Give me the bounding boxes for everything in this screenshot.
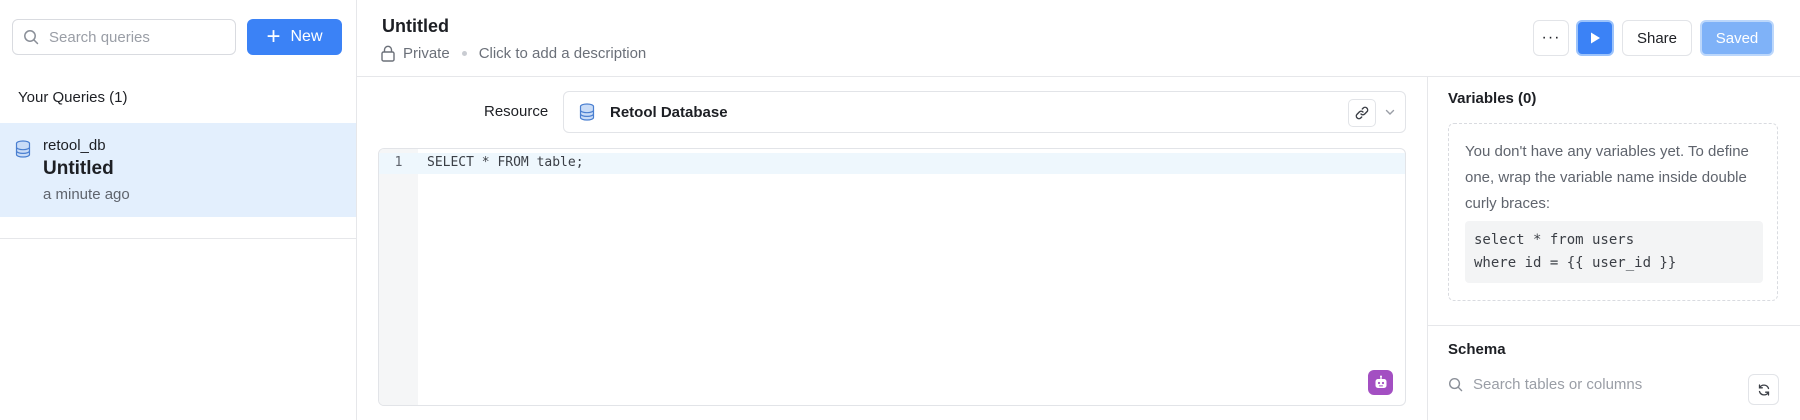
- query-name: Untitled: [43, 158, 114, 179]
- search-icon: [1448, 377, 1463, 392]
- play-icon: [1591, 32, 1600, 44]
- ai-assist-button[interactable]: [1368, 370, 1393, 395]
- description-placeholder[interactable]: Click to add a description: [479, 45, 647, 62]
- variables-empty-state: You don't have any variables yet. To def…: [1448, 123, 1778, 301]
- variables-schema-panel: Variables (0) You don't have any variabl…: [1427, 77, 1800, 420]
- lock-icon: [381, 45, 395, 62]
- editor-gutter: [379, 149, 418, 405]
- new-query-button[interactable]: + New: [247, 19, 342, 55]
- meta-separator-dot: [461, 51, 467, 56]
- resource-link-button[interactable]: [1348, 99, 1376, 127]
- panel-divider: [1428, 325, 1800, 326]
- share-button[interactable]: Share: [1622, 20, 1692, 56]
- refresh-icon: [1758, 383, 1769, 396]
- saved-button[interactable]: Saved: [1700, 20, 1774, 56]
- query-search-box[interactable]: [12, 19, 236, 55]
- query-title[interactable]: Untitled: [382, 16, 449, 37]
- query-resource-name: retool_db: [43, 137, 106, 154]
- variables-heading: Variables (0): [1448, 90, 1537, 107]
- database-icon: [15, 140, 31, 158]
- refresh-schema-button[interactable]: [1748, 374, 1779, 405]
- query-list-item[interactable]: retool_db Untitled a minute ago: [0, 123, 356, 217]
- run-query-button[interactable]: [1576, 20, 1614, 56]
- sidebar-divider: [0, 238, 356, 239]
- query-search-input[interactable]: [49, 28, 219, 46]
- variables-example-code: select * from users where id = {{ user_i…: [1465, 221, 1763, 283]
- schema-search-box[interactable]: [1448, 376, 1723, 393]
- sql-code-line[interactable]: SELECT * FROM table;: [427, 155, 584, 170]
- resource-name: Retool Database: [610, 103, 728, 121]
- visibility-label[interactable]: Private: [403, 45, 450, 62]
- database-icon: [579, 103, 595, 121]
- query-meta: Private Click to add a description: [381, 45, 646, 62]
- plus-icon: +: [266, 23, 281, 50]
- your-queries-heading: Your Queries (1): [18, 89, 128, 106]
- sql-code-editor[interactable]: 1 SELECT * FROM table;: [378, 148, 1406, 406]
- schema-heading: Schema: [1448, 341, 1506, 358]
- line-number: 1: [394, 155, 403, 170]
- robot-icon: [1375, 375, 1386, 388]
- app-root: + New Your Queries (1) retool_db Untitle…: [0, 0, 1800, 420]
- new-query-label: New: [290, 28, 323, 45]
- queries-sidebar: + New Your Queries (1) retool_db Untitle…: [0, 0, 357, 420]
- query-timestamp: a minute ago: [43, 186, 130, 203]
- query-header: Untitled Private Click to add a descript…: [357, 0, 1800, 77]
- link-icon: [1355, 106, 1369, 120]
- resource-label: Resource: [484, 103, 549, 120]
- variables-help-text: You don't have any variables yet. To def…: [1465, 143, 1749, 212]
- chevron-down-icon[interactable]: [1384, 106, 1396, 118]
- schema-search-input[interactable]: [1473, 376, 1723, 393]
- resource-select[interactable]: Retool Database: [563, 91, 1406, 133]
- query-editor-main: Untitled Private Click to add a descript…: [357, 0, 1800, 420]
- more-options-button[interactable]: ···: [1533, 20, 1569, 56]
- search-icon: [24, 30, 39, 45]
